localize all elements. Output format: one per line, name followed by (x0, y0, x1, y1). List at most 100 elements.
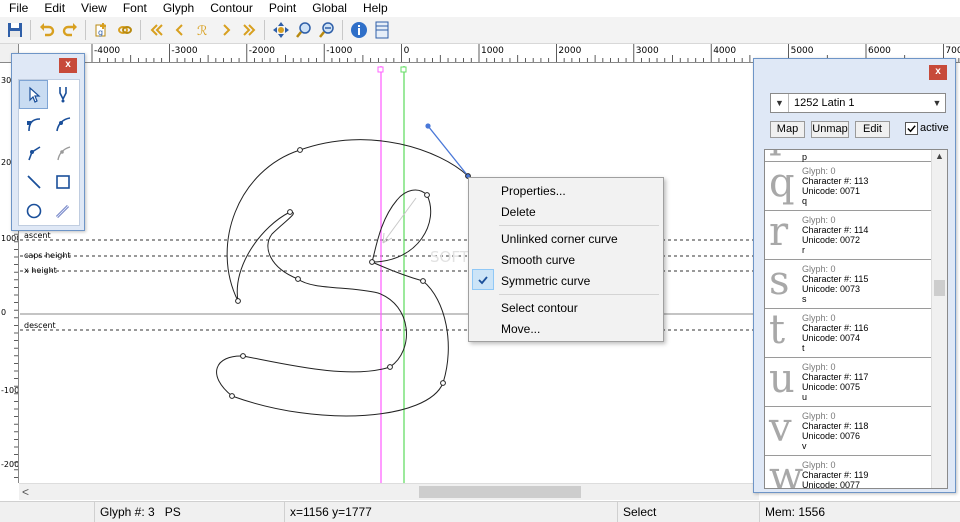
codepage-value: 1252 Latin 1 (794, 97, 855, 109)
list-item[interactable]: u Glyph: 0 Character #: 117 Unicode: 007… (765, 356, 932, 407)
menu-item-select-contour[interactable]: Select contour (501, 298, 578, 318)
on-curve-point[interactable] (240, 353, 246, 359)
ruler-label: 6000 (868, 46, 891, 56)
glyph-list-scrollbar[interactable]: ▲ (931, 150, 947, 488)
on-curve-point[interactable] (229, 393, 235, 399)
ruler-label: 5000 (791, 46, 814, 56)
left-sidebearing-handle[interactable] (377, 66, 384, 73)
list-item[interactable]: t Glyph: 0 Character #: 116 Unicode: 007… (765, 307, 932, 358)
ellipse-tool-icon[interactable] (19, 196, 48, 225)
menu-point[interactable]: Point (260, 0, 303, 17)
glyph-contour[interactable] (216, 139, 469, 417)
chevron-down-icon[interactable]: ▼ (929, 98, 945, 108)
line-tool-icon[interactable] (19, 167, 48, 196)
list-item[interactable]: q Glyph: 0 Character #: 113 Unicode: 007… (765, 160, 932, 211)
list-item[interactable]: r Glyph: 0 Character #: 114 Unicode: 007… (765, 209, 932, 260)
last-glyph-icon[interactable] (237, 19, 260, 42)
control-point-handle[interactable] (425, 123, 431, 129)
menu-glyph[interactable]: Glyph (154, 0, 201, 17)
menu-font[interactable]: Font (114, 0, 154, 17)
ruler-label: -200 (1, 460, 19, 469)
close-icon[interactable]: x (929, 65, 947, 80)
toolbar-separator (30, 20, 31, 40)
active-checkbox[interactable] (905, 122, 918, 135)
tool-grid (18, 79, 80, 226)
on-curve-point[interactable] (420, 278, 426, 284)
tangent-tool-icon[interactable] (48, 138, 77, 167)
pointer-tool-icon[interactable] (19, 80, 48, 109)
glyph-name: v (802, 441, 807, 451)
glyph-info: Glyph: 0 Character #: 116 Unicode: 0074 … (802, 313, 868, 353)
glyph-link-icon[interactable] (113, 19, 136, 42)
rectangle-tool-icon[interactable] (48, 167, 77, 196)
scrollbar-thumb[interactable] (419, 486, 581, 498)
knife-tool-icon[interactable] (48, 196, 77, 225)
undo-icon[interactable] (35, 19, 58, 42)
menu-file[interactable]: File (0, 0, 35, 17)
contour-direction-indicator (382, 197, 417, 244)
smooth-curve-tool-icon[interactable] (48, 109, 77, 138)
advance-width-handle[interactable] (400, 66, 407, 73)
redo-icon[interactable] (58, 19, 81, 42)
on-curve-point[interactable] (440, 380, 446, 386)
glyph-contour-inner[interactable] (371, 189, 428, 263)
list-item[interactable]: s Glyph: 0 Character #: 115 Unicode: 007… (765, 258, 932, 309)
on-curve-point[interactable] (369, 259, 375, 265)
list-item[interactable]: v Glyph: 0 Character #: 118 Unicode: 007… (765, 405, 932, 456)
panel-icon[interactable] (370, 19, 393, 42)
menu-item-unlinked-corner-curve[interactable]: Unlinked corner curve (501, 229, 618, 249)
on-curve-point[interactable] (297, 147, 303, 153)
menu-item-delete[interactable]: Delete (501, 202, 536, 222)
glyph-name: r (802, 245, 805, 255)
menu-edit[interactable]: Edit (35, 0, 72, 17)
corner-point-tool-icon[interactable] (19, 138, 48, 167)
corner-curve-tool-icon[interactable] (19, 109, 48, 138)
menu-item-symmetric-curve[interactable]: Symmetric curve (501, 271, 590, 291)
first-glyph-icon[interactable] (145, 19, 168, 42)
zoom-out-icon[interactable] (315, 19, 338, 42)
on-curve-point[interactable] (287, 209, 293, 215)
save-icon[interactable] (3, 19, 26, 42)
glyph-preview: v (769, 405, 792, 451)
chevron-down-icon[interactable]: ▼ (771, 94, 789, 112)
menu-item-smooth-curve[interactable]: Smooth curve (501, 250, 575, 270)
list-item[interactable]: w Glyph: 0 Character #: 119 Unicode: 007… (765, 454, 932, 488)
close-icon[interactable]: x (59, 58, 77, 73)
checkmark-icon (472, 269, 494, 290)
toolbar-separator (264, 20, 265, 40)
glyph-info: p (802, 152, 807, 162)
toolbar-separator (85, 20, 86, 40)
ruler-label: 0 (1, 308, 6, 317)
menu-item-move[interactable]: Move... (501, 319, 540, 339)
map-button[interactable]: Map (770, 121, 805, 138)
toolbar: g ℛ (0, 17, 960, 44)
control-handle-line[interactable] (427, 125, 469, 177)
horizontal-scrollbar[interactable]: < (19, 483, 759, 500)
glyph-add-icon[interactable]: g (90, 19, 113, 42)
menu-help[interactable]: Help (354, 0, 395, 17)
menu-global[interactable]: Global (303, 0, 354, 17)
scroll-left-icon[interactable]: < (22, 484, 29, 500)
info-icon[interactable] (347, 19, 370, 42)
next-glyph-icon[interactable] (214, 19, 237, 42)
goto-glyph-icon[interactable]: ℛ (191, 19, 214, 42)
glyph-index: Glyph: 0 (802, 362, 836, 372)
edit-button[interactable]: Edit (855, 121, 890, 138)
prev-glyph-icon[interactable] (168, 19, 191, 42)
unmap-button[interactable]: Unmap (811, 121, 849, 138)
glyph-list[interactable]: p p q Glyph: 0 Character #: 113 Unicode:… (764, 149, 948, 489)
menu-contour[interactable]: Contour (201, 0, 260, 17)
on-curve-point[interactable] (387, 364, 393, 370)
menu-item-properties[interactable]: Properties... (501, 181, 566, 201)
pen-tool-icon[interactable] (48, 80, 77, 109)
on-curve-point[interactable] (295, 276, 301, 282)
move-view-icon[interactable] (269, 19, 292, 42)
glyph-character-number: Character #: 114 (802, 225, 869, 235)
scrollbar-thumb[interactable] (934, 280, 945, 296)
menu-view[interactable]: View (72, 0, 114, 17)
on-curve-point[interactable] (235, 298, 241, 304)
zoom-in-icon[interactable] (292, 19, 315, 42)
codepage-select[interactable]: ▼ 1252 Latin 1 ▼ (770, 93, 946, 113)
chevron-up-icon[interactable]: ▲ (935, 151, 944, 161)
on-curve-point[interactable] (424, 192, 430, 198)
